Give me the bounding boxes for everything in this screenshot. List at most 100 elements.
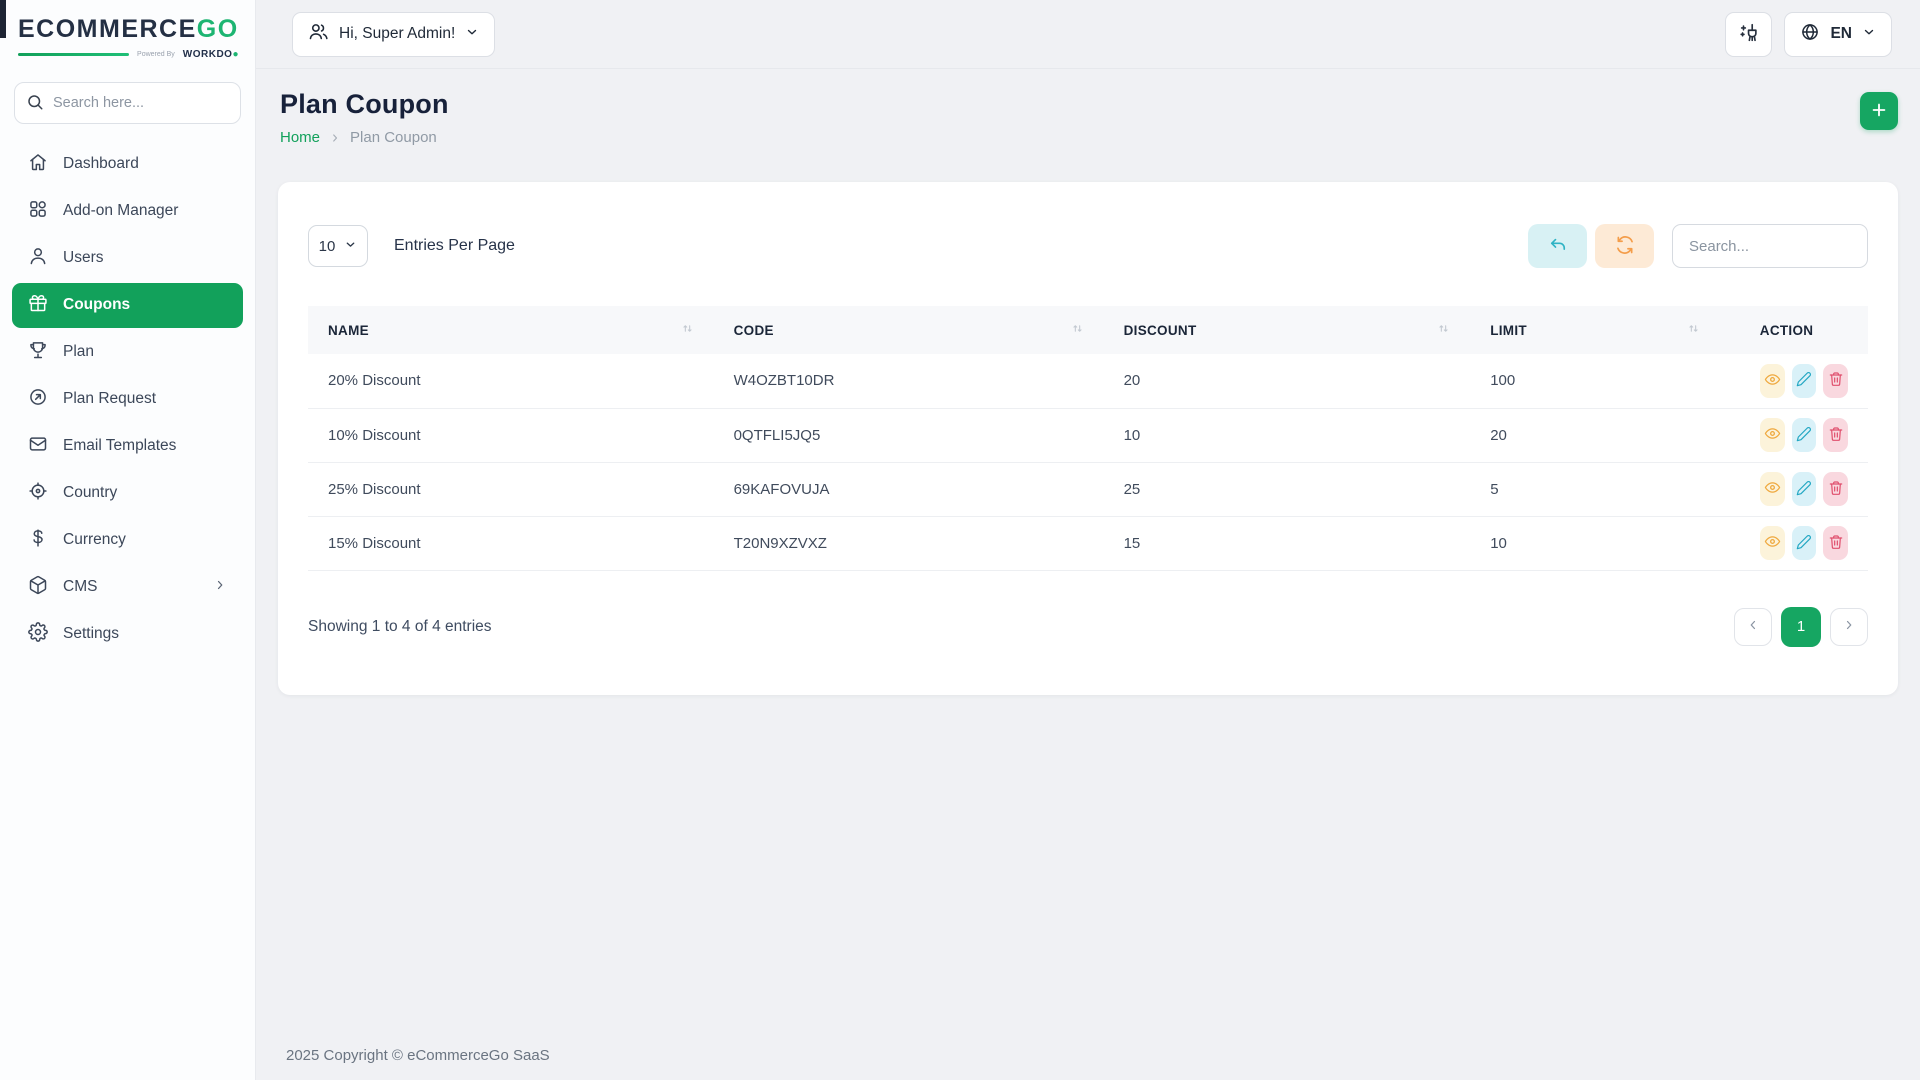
pagination: 1 <box>1734 607 1868 647</box>
brand-logo[interactable]: ECOMMERCEGO Powered By WORKDO● <box>0 0 255 70</box>
edit-button[interactable] <box>1792 418 1817 452</box>
trash-icon <box>1828 480 1844 499</box>
pencil-icon <box>1796 371 1812 390</box>
clean-brush-icon <box>1738 22 1760 47</box>
logo-underline <box>18 53 129 56</box>
user-menu-button[interactable]: Hi, Super Admin! <box>292 12 495 57</box>
sidebar-item-dashboard[interactable]: Dashboard <box>12 142 243 187</box>
eye-icon <box>1764 371 1781 391</box>
add-coupon-button[interactable] <box>1860 92 1898 130</box>
globe-icon <box>1800 22 1820 47</box>
sidebar-item-users[interactable]: Users <box>12 236 243 281</box>
clear-cache-button[interactable] <box>1725 12 1772 57</box>
coupon-discount: 10 <box>1104 408 1471 462</box>
eye-icon <box>1764 479 1781 499</box>
breadcrumb-home-link[interactable]: Home <box>280 129 320 146</box>
breadcrumb-current: Plan Coupon <box>350 129 437 146</box>
edit-button[interactable] <box>1792 472 1817 506</box>
eye-icon <box>1764 533 1781 553</box>
coupon-limit: 20 <box>1470 408 1720 462</box>
sidebar-item-addon-manager[interactable]: Add-on Manager <box>12 189 243 234</box>
coupon-name: 20% Discount <box>308 354 714 408</box>
delete-button[interactable] <box>1823 526 1848 560</box>
previous-page-button[interactable] <box>1734 608 1772 646</box>
sidebar-item-country[interactable]: Country <box>12 471 243 516</box>
chevron-down-icon <box>1862 25 1876 44</box>
view-button[interactable] <box>1760 364 1785 398</box>
column-header-limit[interactable]: LIMIT <box>1470 306 1720 354</box>
search-icon <box>26 93 44 116</box>
entries-summary: Showing 1 to 4 of 4 entries <box>308 618 492 636</box>
sidebar-item-settings[interactable]: Settings <box>12 612 243 657</box>
entries-per-page-select[interactable]: 10 <box>308 225 368 267</box>
sidebar: ECOMMERCEGO Powered By WORKDO● Dashboard… <box>0 0 256 1080</box>
home-icon <box>28 152 48 177</box>
column-header-code[interactable]: CODE <box>714 306 1104 354</box>
delete-button[interactable] <box>1823 418 1848 452</box>
sidebar-item-plan-request[interactable]: Plan Request <box>12 377 243 422</box>
sort-icon <box>1071 322 1084 338</box>
coupon-discount: 15 <box>1104 516 1471 570</box>
sidebar-item-email-templates[interactable]: Email Templates <box>12 424 243 469</box>
powered-by-brand: WORKDO● <box>183 49 239 60</box>
gift-icon <box>28 293 48 318</box>
coupon-code: T20N9XZVXZ <box>714 516 1104 570</box>
language-label: EN <box>1830 25 1852 43</box>
language-selector[interactable]: EN <box>1784 12 1892 57</box>
users-icon <box>308 21 329 47</box>
trash-icon <box>1828 371 1844 390</box>
pencil-icon <box>1796 480 1812 499</box>
app-window: ECOMMERCEGO Powered By WORKDO● Dashboard… <box>0 0 1920 1080</box>
trophy-icon <box>28 340 48 365</box>
refresh-button[interactable] <box>1595 224 1654 268</box>
page-1-button[interactable]: 1 <box>1781 607 1821 647</box>
trash-icon <box>1828 534 1844 553</box>
plus-icon <box>1869 100 1889 123</box>
eye-icon <box>1764 425 1781 445</box>
sidebar-search-input[interactable] <box>14 82 241 124</box>
sidebar-item-coupons[interactable]: Coupons <box>12 283 243 328</box>
delete-button[interactable] <box>1823 472 1848 506</box>
table-row: 20% Discount W4OZBT10DR 20 100 <box>308 354 1868 408</box>
view-button[interactable] <box>1760 418 1785 452</box>
next-page-button[interactable] <box>1830 608 1868 646</box>
copyright-text: 2025 Copyright © eCommerceGo SaaS <box>278 1035 1898 1080</box>
logo-text-primary: ECOMMERCE <box>18 15 197 43</box>
delete-button[interactable] <box>1823 364 1848 398</box>
undo-arrow-icon <box>1548 235 1568 258</box>
pencil-icon <box>1796 426 1812 445</box>
grid-icon <box>28 199 48 224</box>
table-row: 10% Discount 0QTFLI5JQ5 10 20 <box>308 408 1868 462</box>
chevron-down-icon <box>344 238 357 255</box>
sort-icon <box>1437 322 1450 338</box>
sidebar-item-cms[interactable]: CMS <box>12 565 243 610</box>
view-button[interactable] <box>1760 472 1785 506</box>
table-row: 25% Discount 69KAFOVUJA 25 5 <box>308 462 1868 516</box>
coupons-table: NAME CODE DISCOUNT LIMIT ACTION 20% Disc… <box>308 306 1868 571</box>
arrow-up-right-circle-icon <box>28 387 48 412</box>
sort-icon <box>1687 322 1700 338</box>
trash-icon <box>1828 426 1844 445</box>
coupons-card: 10 Entries Per Page <box>278 182 1898 695</box>
pencil-icon <box>1796 534 1812 553</box>
edit-button[interactable] <box>1792 364 1817 398</box>
column-header-discount[interactable]: DISCOUNT <box>1104 306 1471 354</box>
sidebar-item-plan[interactable]: Plan <box>12 330 243 375</box>
coupon-code: W4OZBT10DR <box>714 354 1104 408</box>
undo-button[interactable] <box>1528 224 1587 268</box>
dollar-icon <box>28 528 48 553</box>
view-button[interactable] <box>1760 526 1785 560</box>
column-header-action: ACTION <box>1720 306 1868 354</box>
coupon-name: 10% Discount <box>308 408 714 462</box>
chevron-right-icon <box>213 578 227 597</box>
coupon-discount: 25 <box>1104 462 1471 516</box>
coupon-limit: 100 <box>1470 354 1720 408</box>
column-header-name[interactable]: NAME <box>308 306 714 354</box>
table-search-input[interactable] <box>1672 224 1868 268</box>
logo-text-accent: GO <box>197 15 239 43</box>
sidebar-item-currency[interactable]: Currency <box>12 518 243 563</box>
edit-button[interactable] <box>1792 526 1817 560</box>
page-title: Plan Coupon <box>280 89 1898 120</box>
sort-icon <box>681 322 694 338</box>
chevron-right-icon <box>329 132 341 144</box>
